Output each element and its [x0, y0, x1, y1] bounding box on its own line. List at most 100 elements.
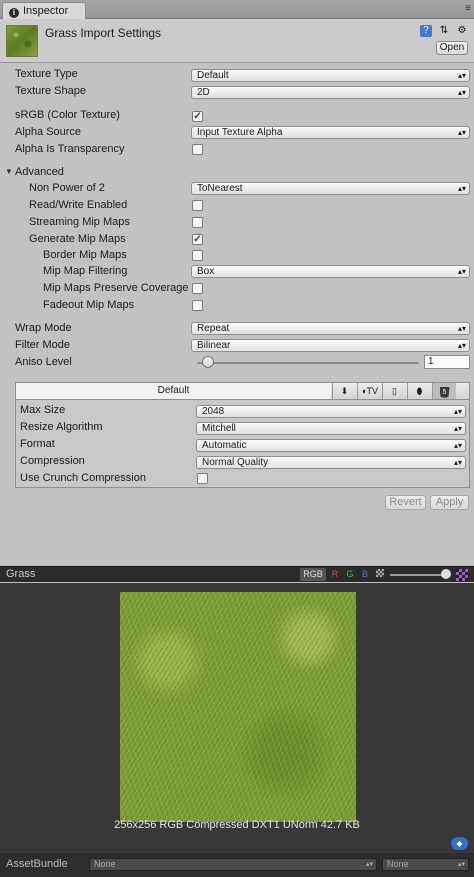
assetbundle-name-value: None — [94, 859, 116, 869]
tag-icon[interactable]: ◆ — [451, 837, 468, 850]
revert-button[interactable]: Revert — [385, 495, 426, 510]
streaming-mips-label: Streaming Mip Maps — [29, 216, 130, 228]
dropdown-arrows-icon: ▴▾ — [457, 128, 466, 137]
inspector-header: Grass Import Settings ? ⇅ ⚙ Open — [0, 19, 474, 63]
texture-type-value: Default — [197, 70, 229, 81]
html5-tab[interactable]: 5 — [432, 383, 456, 399]
resize-algorithm-dropdown[interactable]: Mitchell ▴▾ — [196, 422, 466, 435]
generate-mips-label: Generate Mip Maps — [29, 233, 126, 245]
wrap-mode-label: Wrap Mode — [15, 322, 72, 334]
border-mips-checkbox[interactable] — [192, 250, 203, 261]
texture-preview-area: 256x256 RGB Compressed DXT1 UNorm 42.7 K… — [0, 583, 474, 853]
aniso-level-field[interactable]: 1 — [424, 355, 470, 369]
assetbundle-bar: AssetBundle None ▴▾ None ▴▾ — [0, 853, 474, 877]
texture-thumbnail — [6, 25, 38, 57]
rgb-channel-button[interactable]: RGB — [300, 568, 326, 581]
phone-icon[interactable]: ▯ — [382, 383, 406, 399]
checker-background-icon[interactable] — [456, 569, 468, 581]
dropdown-arrows-icon: ▴▾ — [453, 458, 462, 467]
dropdown-arrows-icon: ▴▾ — [453, 407, 462, 416]
info-icon: i — [9, 8, 19, 18]
dropdown-arrows-icon: ▴▾ — [457, 861, 465, 868]
blue-channel-toggle[interactable]: B — [360, 568, 370, 581]
apply-button[interactable]: Apply — [430, 495, 469, 510]
mip-level-slider[interactable] — [390, 574, 448, 576]
format-label: Format — [20, 438, 55, 450]
srgb-label: sRGB (Color Texture) — [15, 109, 120, 121]
mip-level-slider-handle[interactable] — [441, 569, 451, 579]
gear-icon[interactable]: ⚙ — [456, 25, 468, 37]
generate-mips-checkbox[interactable]: ✓ — [192, 234, 203, 245]
dropdown-arrows-icon: ▴▾ — [457, 71, 466, 80]
alpha-source-dropdown[interactable]: Input Texture Alpha ▴▾ — [191, 126, 470, 139]
tab-default-platform[interactable]: Default — [16, 383, 331, 399]
compression-value: Normal Quality — [202, 457, 269, 468]
assetbundle-name-dropdown[interactable]: None ▴▾ — [89, 858, 377, 871]
android-icon[interactable]: ⬮ — [407, 383, 431, 399]
aniso-slider-track[interactable] — [197, 362, 419, 364]
read-write-label: Read/Write Enabled — [29, 199, 128, 211]
non-power-of-2-value: ToNearest — [197, 183, 243, 194]
max-size-label: Max Size — [20, 404, 66, 416]
wrap-mode-value: Repeat — [197, 323, 230, 334]
compression-dropdown[interactable]: Normal Quality ▴▾ — [196, 456, 466, 469]
texture-shape-dropdown[interactable]: 2D ▴▾ — [191, 86, 470, 99]
alpha-transparency-checkbox[interactable] — [192, 144, 203, 155]
red-channel-toggle[interactable]: R — [330, 568, 340, 581]
srgb-checkbox[interactable]: ✓ — [192, 111, 203, 122]
open-button[interactable]: Open — [436, 41, 468, 55]
mip-filtering-value: Box — [197, 266, 215, 277]
texture-type-label: Texture Type — [15, 68, 78, 80]
dropdown-arrows-icon: ▴▾ — [457, 88, 466, 97]
advanced-foldout-icon[interactable]: ▼ — [5, 167, 13, 176]
mip-coverage-checkbox[interactable] — [192, 283, 203, 294]
grass-texture-preview — [120, 592, 356, 822]
checkmark-icon: ✓ — [193, 234, 202, 245]
filter-mode-label: Filter Mode — [15, 339, 71, 351]
texture-shape-label: Texture Shape — [15, 85, 86, 97]
preview-title: Grass — [6, 568, 36, 580]
streaming-mips-checkbox[interactable] — [192, 217, 203, 228]
assetbundle-label: AssetBundle — [6, 858, 68, 870]
help-book-icon[interactable]: ? — [419, 25, 432, 37]
alpha-transparency-label: Alpha Is Transparency — [15, 143, 125, 155]
download-icon[interactable]: ⬇ — [332, 383, 356, 399]
dropdown-arrows-icon: ▴▾ — [365, 861, 373, 868]
preset-sliders-icon[interactable]: ⇅ — [438, 25, 450, 37]
max-size-dropdown[interactable]: 2048 ▴▾ — [196, 405, 466, 418]
format-dropdown[interactable]: Automatic ▴▾ — [196, 439, 466, 452]
dropdown-arrows-icon: ▴▾ — [457, 267, 466, 276]
fadeout-mips-checkbox[interactable] — [192, 300, 203, 311]
dropdown-arrows-icon: ▴▾ — [457, 184, 466, 193]
assetbundle-variant-dropdown[interactable]: None ▴▾ — [382, 858, 469, 871]
non-power-of-2-dropdown[interactable]: ToNearest ▴▾ — [191, 182, 470, 195]
mip-coverage-label: Mip Maps Preserve Coverage — [43, 282, 189, 294]
green-channel-toggle[interactable]: G — [345, 568, 355, 581]
aniso-slider-handle[interactable] — [202, 356, 214, 368]
mip-filtering-label: Mip Map Filtering — [43, 265, 128, 277]
fadeout-mips-label: Fadeout Mip Maps — [43, 299, 135, 311]
filter-mode-value: Bilinear — [197, 340, 231, 351]
window-menu-icon[interactable]: ≡ — [465, 3, 471, 14]
apple-tv-icon[interactable]: ◖TV — [357, 383, 381, 399]
dropdown-arrows-icon: ▴▾ — [457, 341, 466, 350]
advanced-foldout-label[interactable]: Advanced — [15, 166, 64, 178]
resize-algorithm-label: Resize Algorithm — [20, 421, 103, 433]
assetbundle-variant-value: None — [387, 859, 409, 869]
read-write-checkbox[interactable] — [192, 200, 203, 211]
border-mips-label: Border Mip Maps — [43, 249, 127, 261]
mip-filtering-dropdown[interactable]: Box ▴▾ — [191, 265, 470, 278]
apple-tv-label: TV — [366, 386, 378, 396]
texture-shape-value: 2D — [197, 87, 210, 98]
texture-info-text: 256x256 RGB Compressed DXT1 UNorm 42.7 K… — [114, 819, 360, 831]
platform-tabs: Default ⬇ ◖TV ▯ ⬮ 5 — [16, 383, 469, 400]
tab-inspector[interactable]: i Inspector — [2, 2, 86, 19]
texture-type-dropdown[interactable]: Default ▴▾ — [191, 69, 470, 82]
alpha-channel-checker-icon[interactable] — [375, 568, 385, 581]
max-size-value: 2048 — [202, 406, 225, 417]
compression-label: Compression — [20, 455, 85, 467]
filter-mode-dropdown[interactable]: Bilinear ▴▾ — [191, 339, 470, 352]
wrap-mode-dropdown[interactable]: Repeat ▴▾ — [191, 322, 470, 335]
alpha-source-label: Alpha Source — [15, 126, 82, 138]
crunch-compression-checkbox[interactable] — [197, 473, 208, 484]
